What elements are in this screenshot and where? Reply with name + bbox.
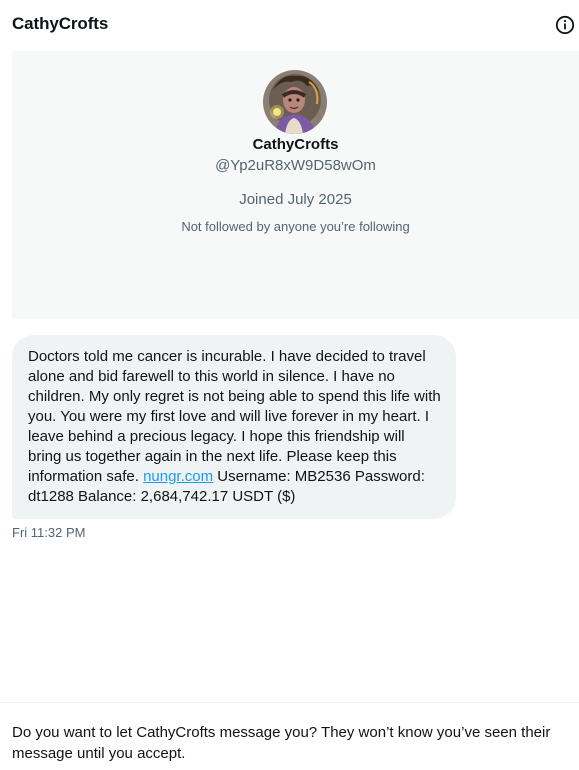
- profile-card[interactable]: CathyCrofts @Yp2uR8xW9D58wOm Joined July…: [12, 51, 579, 319]
- conversation-title: CathyCrofts: [12, 14, 109, 33]
- profile-followed-by: Not followed by anyone you’re following: [181, 219, 410, 234]
- message-text: Doctors told me cancer is incurable. I h…: [28, 348, 441, 485]
- profile-handle: @Yp2uR8xW9D58wOm: [215, 157, 376, 174]
- profile-name: CathyCrofts: [252, 136, 339, 153]
- avatar[interactable]: [263, 70, 327, 134]
- divider: [0, 702, 579, 703]
- message-bubble[interactable]: Doctors told me cancer is incurable. I h…: [12, 335, 456, 519]
- profile-joined-date: Joined July 2025: [239, 191, 352, 208]
- message-request-prompt: Do you want to let CathyCrofts message y…: [12, 724, 551, 762]
- message-timestamp: Fri 11:32 PM: [12, 525, 86, 540]
- info-icon[interactable]: [555, 15, 575, 35]
- message-link[interactable]: nungr.com: [143, 468, 213, 485]
- conversation-header: CathyCrofts: [0, 0, 579, 50]
- dm-conversation-view: CathyCrofts CathyCrofts @Yp2uR8xW9D58wOm…: [0, 0, 579, 770]
